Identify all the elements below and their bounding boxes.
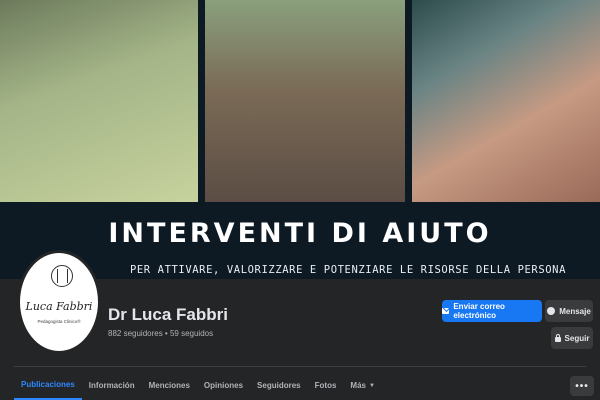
tab-seguidores[interactable]: Seguidores [250,371,308,400]
tab-publicaciones[interactable]: Publicaciones [14,371,82,400]
cover-title: INTERVENTI DI AIUTO [108,218,492,249]
tabs-divider [14,366,586,367]
message-button[interactable]: Mensaje [545,300,593,322]
message-label: Mensaje [559,306,591,316]
tab-mas[interactable]: Más ▼ [343,371,382,400]
page-title: Dr Luca Fabbri [108,305,228,324]
send-email-label: Enviar correo electrónico [453,302,505,320]
more-options-button[interactable]: ••• [570,376,594,396]
cover-photo[interactable]: INTERVENTI DI AIUTO PER ATTIVARE, VALORI… [0,0,600,279]
page-tabs: Publicaciones Información Menciones Opin… [14,371,382,400]
avatar-logo-name: Luca Fabbri [25,300,93,313]
avatar-logo-tagline: Pedagogista Clinico® [37,319,81,324]
caret-down-icon: ▼ [368,382,375,389]
tab-opiniones[interactable]: Opiniones [197,371,250,400]
tab-informacion[interactable]: Información [82,371,142,400]
tab-fotos[interactable]: Fotos [308,371,344,400]
follow-icon [554,334,561,342]
follow-label: Seguir [564,333,590,343]
follow-button[interactable]: Seguir [551,327,593,349]
vitruvian-man-icon [51,265,73,287]
cover-image-family [205,0,405,202]
cover-image-woman [412,0,600,202]
messenger-icon [547,307,556,315]
profile-avatar[interactable]: Luca Fabbri Pedagogista Clinico® [17,250,101,354]
mail-icon [442,308,450,314]
follower-stats[interactable]: 882 seguidores • 59 seguidos [108,329,213,338]
facebook-page-header: INTERVENTI DI AIUTO PER ATTIVARE, VALORI… [0,0,600,400]
tab-menciones[interactable]: Menciones [142,371,197,400]
send-email-button[interactable]: Enviar correo electrónico [442,300,542,322]
cover-image-child-dandelion [0,0,198,202]
tab-mas-label: Más [350,381,366,390]
